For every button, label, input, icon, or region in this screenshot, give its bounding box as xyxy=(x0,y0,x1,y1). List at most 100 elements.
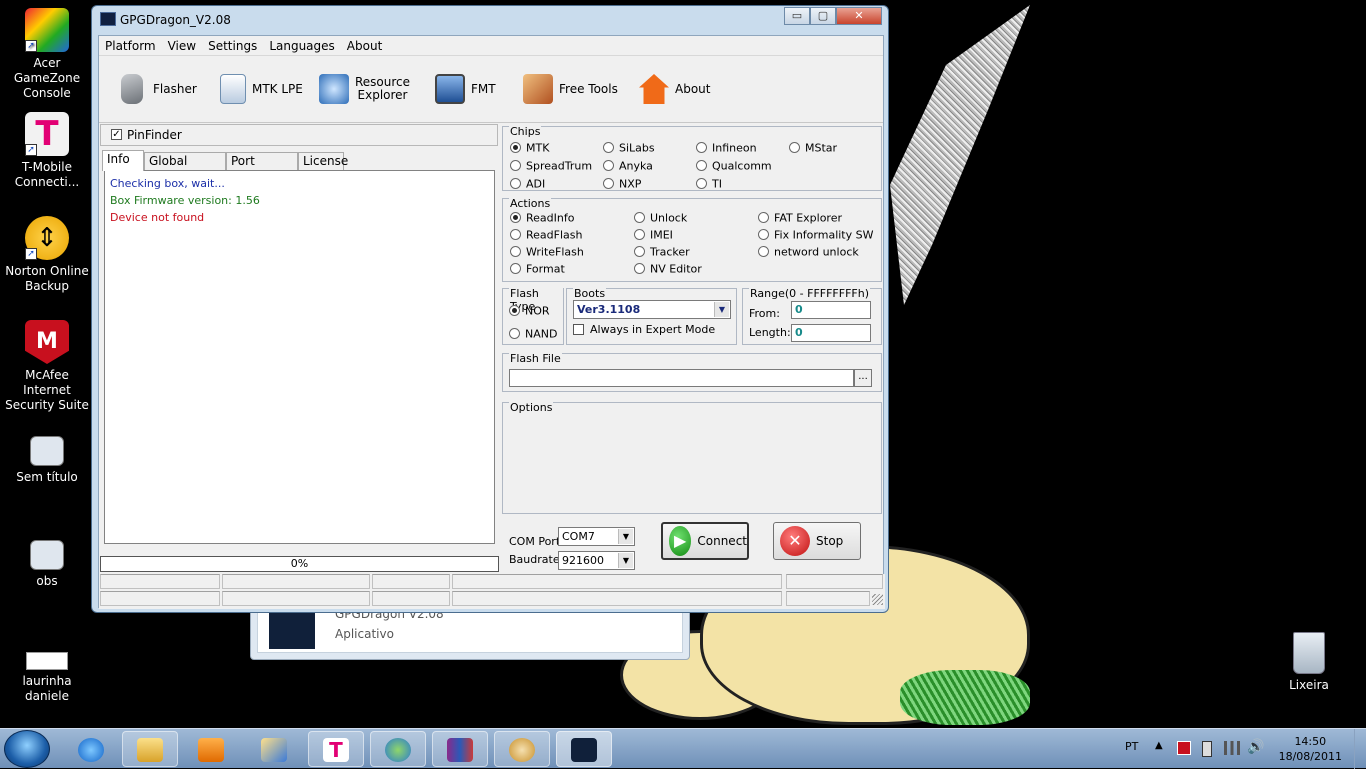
radio-action-imei[interactable]: IMEI xyxy=(634,228,673,242)
taskbar-gpgdragon[interactable] xyxy=(556,731,612,767)
radio-flash-nor[interactable]: NOR xyxy=(509,304,550,318)
range-length-input[interactable]: 0 xyxy=(791,324,871,342)
menu-platform[interactable]: Platform xyxy=(99,36,162,56)
taskbar-paint[interactable] xyxy=(494,731,550,767)
desktop-icon-obs[interactable]: obs xyxy=(2,540,92,589)
toolbar-label: Free Tools xyxy=(559,81,618,96)
radio-dot xyxy=(509,327,520,339)
close-button[interactable]: ✕ xyxy=(836,7,882,25)
radio-label: NOR xyxy=(525,304,550,318)
radio-dot xyxy=(510,262,521,274)
menu-languages[interactable]: Languages xyxy=(263,36,340,56)
radio-label: WriteFlash xyxy=(526,245,584,259)
volume-icon[interactable]: 🔊 xyxy=(1247,739,1264,755)
menu-view[interactable]: View xyxy=(162,36,202,56)
radio-action-netword-unlock[interactable]: netword unlock xyxy=(758,245,859,259)
taskbar-tmobile[interactable]: T xyxy=(308,731,364,767)
radio-chip-ti[interactable]: TI xyxy=(696,177,722,191)
minimize-button[interactable]: ▭ xyxy=(784,7,810,25)
radio-label: SiLabs xyxy=(619,141,655,155)
tab-license[interactable]: License xyxy=(298,152,348,170)
radio-flash-nand[interactable]: NAND xyxy=(509,327,557,341)
info-log-box[interactable]: Checking box, wait... Box Firmware versi… xyxy=(104,170,495,544)
radio-dot xyxy=(696,159,707,171)
desktop-icon-mcafee[interactable]: M McAfee Internet Security Suite xyxy=(2,320,92,413)
radio-chip-spreadtrum[interactable]: SpreadTrum xyxy=(510,159,592,173)
radio-chip-silabs[interactable]: SiLabs xyxy=(603,141,655,155)
radio-action-format[interactable]: Format xyxy=(510,262,565,276)
status-cell xyxy=(452,574,782,589)
range-from-input[interactable]: 0 xyxy=(791,301,871,319)
menu-settings[interactable]: Settings xyxy=(202,36,263,56)
expert-mode-label: Always in Expert Mode xyxy=(590,323,716,336)
browse-file-button[interactable]: ... xyxy=(854,369,872,387)
flash-file-path-input[interactable] xyxy=(509,369,854,387)
desktop-icon-sem-titulo[interactable]: Sem título xyxy=(2,436,92,485)
radio-action-writeflash[interactable]: WriteFlash xyxy=(510,245,584,259)
taskbar-explorer[interactable] xyxy=(122,731,178,767)
desktop-icon-laurinha[interactable]: laurinha daniele xyxy=(2,652,92,704)
radio-chip-adi[interactable]: ADI xyxy=(510,177,545,191)
log-line: Box Firmware version: 1.56 xyxy=(110,194,260,207)
connect-button[interactable]: ▶ Connect xyxy=(661,522,749,560)
actions-group-title: Actions xyxy=(509,197,552,210)
toolbar-fmt-button[interactable]: FMT xyxy=(435,69,496,109)
tab-global-settings[interactable]: Global Settings xyxy=(144,152,226,184)
com-port-select[interactable]: COM7 ▼ xyxy=(558,527,635,546)
radio-chip-qualcomm[interactable]: Qualcomm xyxy=(696,159,772,173)
tab-port-monitor[interactable]: Port Monitor xyxy=(226,152,298,184)
taskbar-app[interactable] xyxy=(246,731,302,767)
pinfinder-checkbox[interactable]: ✓ xyxy=(111,129,122,140)
desktop-icon-recycle-bin[interactable]: Lixeira xyxy=(1264,632,1354,693)
desktop-icon-norton[interactable]: ⇕ ➚ Norton Online Backup xyxy=(2,216,92,294)
taskbar-clock[interactable]: 14:50 18/08/2011 xyxy=(1279,734,1342,764)
mcafee-tray-icon[interactable] xyxy=(1177,741,1191,755)
show-hidden-icons-arrow[interactable]: ▲ xyxy=(1155,740,1163,751)
radio-label: IMEI xyxy=(650,228,673,242)
desktop-icon-tmobile[interactable]: T ➚ T-Mobile Connecti... xyxy=(2,112,92,190)
toolbar-free-tools-button[interactable]: Free Tools xyxy=(523,69,618,109)
radio-action-tracker[interactable]: Tracker xyxy=(634,245,690,259)
expert-mode-checkbox[interactable] xyxy=(573,324,584,335)
toolbar-label: About xyxy=(675,81,711,96)
resize-grip[interactable] xyxy=(872,594,883,605)
radio-label: Format xyxy=(526,262,565,276)
taskbar-messenger[interactable] xyxy=(370,731,426,767)
language-indicator[interactable]: PT xyxy=(1125,740,1138,753)
toolbar-mtk-lpe-button[interactable]: MTK LPE xyxy=(220,69,303,109)
maximize-button[interactable]: ▢ xyxy=(810,7,836,25)
radio-dot xyxy=(758,211,769,223)
taskbar-winrar[interactable] xyxy=(432,731,488,767)
radio-chip-mtk[interactable]: MTK xyxy=(510,141,549,155)
radio-action-readflash[interactable]: ReadFlash xyxy=(510,228,582,242)
toolbar-flasher-button[interactable]: Flasher xyxy=(117,69,197,109)
boots-version-select[interactable]: Ver3.1108 ▼ xyxy=(573,300,731,319)
start-button[interactable] xyxy=(4,730,50,768)
toolbar-resource-explorer-button[interactable]: Resource Explorer xyxy=(319,69,410,109)
radio-action-nv-editor[interactable]: NV Editor xyxy=(634,262,702,276)
pinfinder-checkbox-row[interactable]: ✓ PinFinder xyxy=(100,124,498,146)
battery-icon[interactable] xyxy=(1202,741,1212,757)
stop-button[interactable]: ✕ Stop xyxy=(773,522,861,560)
connect-label: Connect xyxy=(697,534,747,548)
tab-info[interactable]: Info xyxy=(102,150,144,171)
radio-chip-infineon[interactable]: Infineon xyxy=(696,141,757,155)
menu-about[interactable]: About xyxy=(341,36,388,56)
title-bar[interactable]: GPGDragon_V2.08 ▭ ▢ ✕ xyxy=(92,6,888,34)
desktop-icon-acer-gamezone[interactable]: ➚ Acer GameZone Console xyxy=(2,8,92,101)
taskbar-media-player[interactable] xyxy=(183,731,239,767)
toolbar-about-button[interactable]: About xyxy=(639,69,710,109)
status-cell xyxy=(100,591,220,606)
network-signal-icon[interactable] xyxy=(1224,741,1240,755)
document-icon xyxy=(220,74,246,104)
baudrate-select[interactable]: 921600 ▼ xyxy=(558,551,635,570)
taskbar-ie[interactable] xyxy=(63,731,119,767)
radio-chip-mstar[interactable]: MStar xyxy=(789,141,837,155)
radio-chip-nxp[interactable]: NXP xyxy=(603,177,641,191)
radio-chip-anyka[interactable]: Anyka xyxy=(603,159,653,173)
radio-action-unlock[interactable]: Unlock xyxy=(634,211,687,225)
radio-action-fix-informality[interactable]: Fix Informality SW xyxy=(758,228,873,242)
show-desktop-button[interactable] xyxy=(1354,729,1366,769)
radio-action-fat-explorer[interactable]: FAT Explorer xyxy=(758,211,842,225)
radio-action-readinfo[interactable]: ReadInfo xyxy=(510,211,574,225)
